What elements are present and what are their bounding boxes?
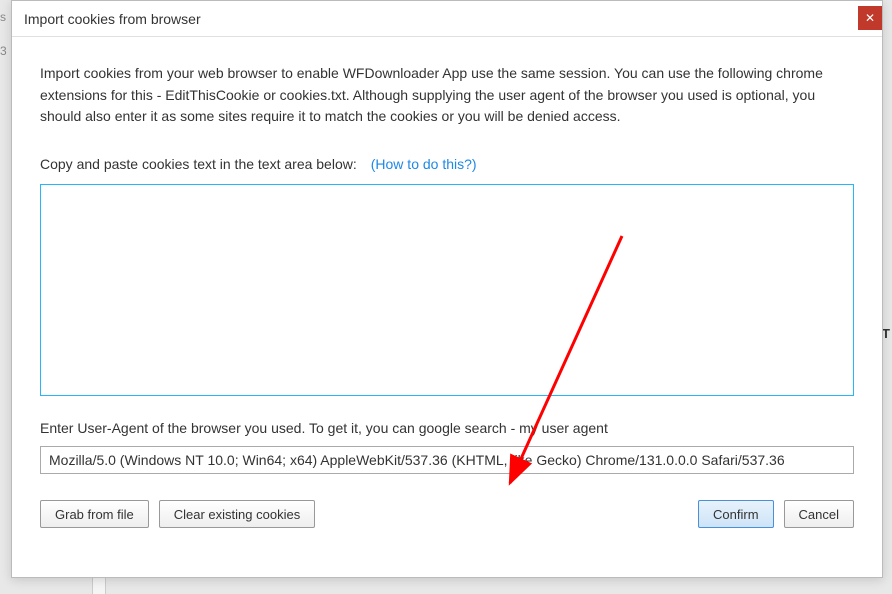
ua-label: Enter User-Agent of the browser you used… xyxy=(40,420,608,436)
bg-fragment-left-num: 3 xyxy=(0,44,8,64)
cancel-button[interactable]: Cancel xyxy=(784,500,854,528)
user-agent-input[interactable] xyxy=(40,446,854,474)
close-button[interactable]: ✕ xyxy=(858,6,882,30)
grab-from-file-button[interactable]: Grab from file xyxy=(40,500,149,528)
how-to-link[interactable]: (How to do this?) xyxy=(371,156,477,172)
import-cookies-dialog: Import cookies from browser ✕ Import coo… xyxy=(11,0,883,578)
clear-existing-cookies-button[interactable]: Clear existing cookies xyxy=(159,500,315,528)
cookies-label: Copy and paste cookies text in the text … xyxy=(40,156,357,172)
bg-fragment-left: s xyxy=(0,10,8,30)
cookies-textarea[interactable] xyxy=(40,184,854,396)
dialog-title: Import cookies from browser xyxy=(24,11,201,27)
confirm-button[interactable]: Confirm xyxy=(698,500,774,528)
dialog-content: Import cookies from your web browser to … xyxy=(12,37,882,577)
button-row: Grab from file Clear existing cookies Co… xyxy=(40,500,854,528)
bg-bottom-fragment xyxy=(92,578,106,594)
cookies-label-row: Copy and paste cookies text in the text … xyxy=(40,156,854,172)
titlebar: Import cookies from browser ✕ xyxy=(12,1,882,37)
bg-fragment-right: T xyxy=(882,326,892,346)
intro-text: Import cookies from your web browser to … xyxy=(40,63,854,128)
close-icon: ✕ xyxy=(865,11,875,25)
ua-label-row: Enter User-Agent of the browser you used… xyxy=(40,420,854,436)
